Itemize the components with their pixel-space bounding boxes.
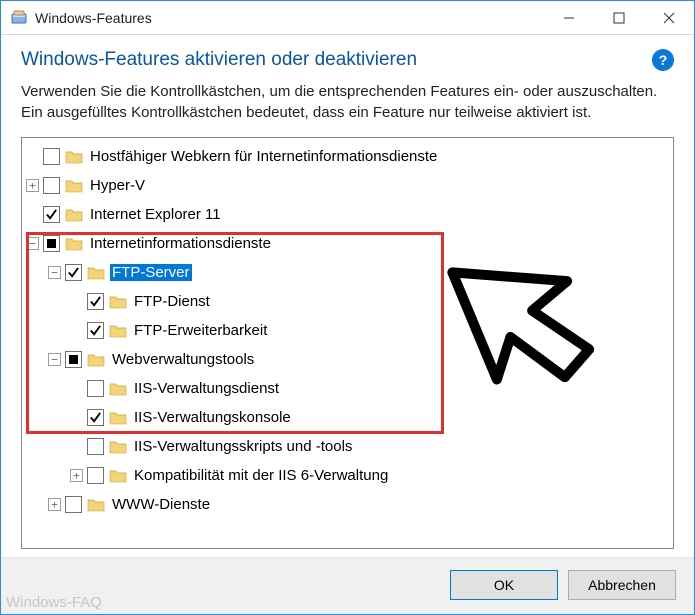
feature-checkbox[interactable] bbox=[43, 177, 60, 194]
tree-item-label[interactable]: IIS-Verwaltungsdienst bbox=[132, 380, 281, 397]
folder-icon bbox=[65, 149, 83, 164]
folder-icon bbox=[65, 236, 83, 251]
folder-icon bbox=[65, 207, 83, 222]
tree-item-label[interactable]: Webverwaltungstools bbox=[110, 351, 256, 368]
windows-features-dialog: Windows-Features Windows-Features aktivi… bbox=[0, 0, 695, 615]
feature-checkbox[interactable] bbox=[43, 206, 60, 223]
folder-icon bbox=[87, 265, 105, 280]
feature-tree[interactable]: Hostfähiger Webkern für Internetinformat… bbox=[22, 138, 673, 548]
tree-item-label[interactable]: WWW-Dienste bbox=[110, 496, 212, 513]
feature-checkbox[interactable] bbox=[65, 496, 82, 513]
tree-item-label[interactable]: FTP-Erweiterbarkeit bbox=[132, 322, 269, 339]
dialog-content: Windows-Features aktivieren oder deaktiv… bbox=[1, 35, 694, 557]
titlebar: Windows-Features bbox=[1, 1, 694, 35]
tree-item[interactable]: − Webverwaltungstools bbox=[26, 345, 669, 374]
feature-checkbox[interactable] bbox=[87, 322, 104, 339]
app-icon bbox=[11, 10, 27, 26]
collapse-icon[interactable]: − bbox=[48, 353, 61, 366]
folder-icon bbox=[109, 294, 127, 309]
collapse-icon[interactable]: − bbox=[48, 266, 61, 279]
tree-item[interactable]: + WWW-Dienste bbox=[26, 490, 669, 519]
close-button[interactable] bbox=[644, 1, 694, 34]
feature-checkbox[interactable] bbox=[87, 293, 104, 310]
tree-item[interactable]: + Kompatibilität mit der IIS 6-Verwaltung bbox=[26, 461, 669, 490]
tree-item-label[interactable]: Hyper-V bbox=[88, 177, 147, 194]
tree-item-label[interactable]: Hostfähiger Webkern für Internetinformat… bbox=[88, 148, 439, 165]
window-title: Windows-Features bbox=[35, 10, 152, 26]
cancel-button[interactable]: Abbrechen bbox=[568, 570, 676, 600]
folder-icon bbox=[87, 352, 105, 367]
tree-item[interactable]: − Internetinformationsdienste bbox=[26, 229, 669, 258]
tree-item-label[interactable]: Internet Explorer 11 bbox=[88, 206, 223, 223]
feature-checkbox[interactable] bbox=[65, 264, 82, 281]
maximize-button[interactable] bbox=[594, 1, 644, 34]
tree-item[interactable]: FTP-Dienst bbox=[26, 287, 669, 316]
tree-item[interactable]: − FTP-Server bbox=[26, 258, 669, 287]
folder-icon bbox=[109, 439, 127, 454]
tree-item[interactable]: IIS-Verwaltungskonsole bbox=[26, 403, 669, 432]
tree-item-label[interactable]: Internetinformationsdienste bbox=[88, 235, 273, 252]
feature-checkbox[interactable] bbox=[87, 438, 104, 455]
expand-icon[interactable]: + bbox=[70, 469, 83, 482]
folder-icon bbox=[109, 323, 127, 338]
tree-item-label[interactable]: FTP-Dienst bbox=[132, 293, 212, 310]
tree-item[interactable]: IIS-Verwaltungsskripts und -tools bbox=[26, 432, 669, 461]
folder-icon bbox=[109, 410, 127, 425]
ok-button[interactable]: OK bbox=[450, 570, 558, 600]
tree-item[interactable]: + Hyper-V bbox=[26, 171, 669, 200]
folder-icon bbox=[109, 468, 127, 483]
tree-item[interactable]: IIS-Verwaltungsdienst bbox=[26, 374, 669, 403]
collapse-icon[interactable]: − bbox=[26, 237, 39, 250]
feature-checkbox[interactable] bbox=[43, 148, 60, 165]
minimize-button[interactable] bbox=[544, 1, 594, 34]
tree-item[interactable]: Hostfähiger Webkern für Internetinformat… bbox=[26, 142, 669, 171]
feature-checkbox[interactable] bbox=[87, 467, 104, 484]
tree-item-label[interactable]: IIS-Verwaltungskonsole bbox=[132, 409, 293, 426]
feature-checkbox[interactable] bbox=[43, 235, 60, 252]
folder-icon bbox=[109, 381, 127, 396]
page-title: Windows-Features aktivieren oder deaktiv… bbox=[21, 49, 652, 71]
tree-item[interactable]: FTP-Erweiterbarkeit bbox=[26, 316, 669, 345]
folder-icon bbox=[65, 178, 83, 193]
expand-icon[interactable]: + bbox=[48, 498, 61, 511]
feature-tree-container: Hostfähiger Webkern für Internetinformat… bbox=[21, 137, 674, 549]
tree-item-label[interactable]: FTP-Server bbox=[110, 264, 192, 281]
tree-item-label[interactable]: IIS-Verwaltungsskripts und -tools bbox=[132, 438, 354, 455]
tree-item-label[interactable]: Kompatibilität mit der IIS 6-Verwaltung bbox=[132, 467, 390, 484]
dialog-buttons: OK Abbrechen bbox=[1, 557, 694, 614]
feature-checkbox[interactable] bbox=[87, 380, 104, 397]
tree-item[interactable]: Internet Explorer 11 bbox=[26, 200, 669, 229]
feature-checkbox[interactable] bbox=[65, 351, 82, 368]
feature-checkbox[interactable] bbox=[87, 409, 104, 426]
expand-icon[interactable]: + bbox=[26, 179, 39, 192]
help-icon[interactable]: ? bbox=[652, 49, 674, 71]
folder-icon bbox=[87, 497, 105, 512]
description-text: Verwenden Sie die Kontrollkästchen, um d… bbox=[21, 81, 674, 123]
